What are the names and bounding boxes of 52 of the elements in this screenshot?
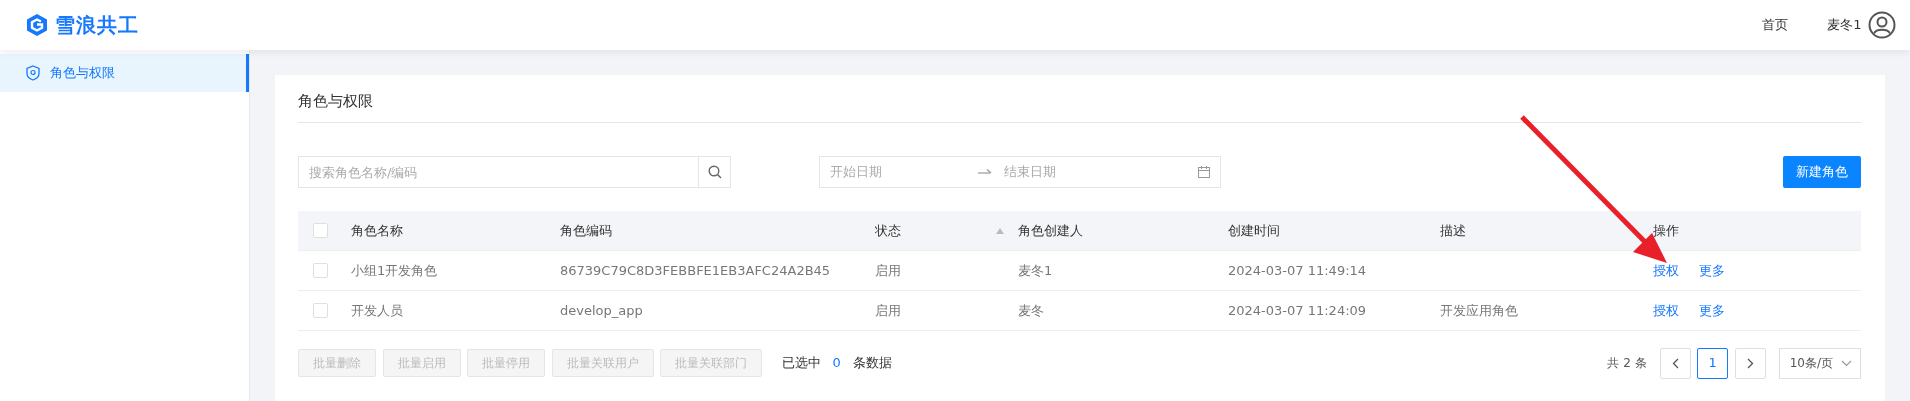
page-size-select[interactable]: 10条/页 <box>1778 347 1861 379</box>
table-cell: 86739C79C8D3FEBBFE1EB3AFC24A2B45 <box>560 262 831 278</box>
page-button[interactable]: 1 <box>1697 347 1729 379</box>
chevron-right-icon <box>1746 357 1754 369</box>
next-page-button[interactable] <box>1734 347 1766 379</box>
search-icon <box>707 165 722 179</box>
user-name: 麦冬1 <box>1827 16 1862 35</box>
sort-icon <box>996 227 1004 234</box>
column-header: 角色编码 <box>560 221 612 240</box>
table-cell: 启用 <box>875 302 901 318</box>
arrow-right-icon <box>978 168 992 176</box>
table-cell: 麦冬1 <box>1018 262 1053 278</box>
total-count: 共 2 条 <box>1607 355 1647 372</box>
table-cell: 小组1开发角色 <box>351 262 438 278</box>
column-header: 创建时间 <box>1228 221 1280 240</box>
selection-label: 条数据 <box>852 354 892 373</box>
column-header: 角色名称 <box>351 221 403 240</box>
column-header: 描述 <box>1440 221 1466 240</box>
checkbox[interactable] <box>313 263 328 278</box>
table-cell: develop_app <box>560 302 643 318</box>
shield-icon <box>26 65 40 81</box>
new-role-button[interactable]: 新建角色 <box>1783 156 1861 188</box>
logo-icon <box>26 13 48 37</box>
logo-text: 雪浪共工 <box>54 12 139 39</box>
date-range-picker[interactable]: 开始日期 结束日期 <box>819 156 1221 188</box>
column-header: 操作 <box>1653 221 1679 240</box>
action-link[interactable]: 更多 <box>1699 302 1725 318</box>
table-cell: 开发应用角色 <box>1440 302 1518 318</box>
selection-count: 0 <box>832 354 841 373</box>
calendar-icon <box>1198 166 1210 178</box>
table-cell: 启用 <box>875 262 901 278</box>
user-avatar-icon <box>1868 11 1896 39</box>
table-cell: 开发人员 <box>351 302 403 318</box>
nav-link[interactable]: 首页 <box>1762 15 1789 35</box>
checkbox[interactable] <box>313 223 328 238</box>
chevron-left-icon <box>1671 357 1679 369</box>
previous-page-button[interactable] <box>1659 347 1691 379</box>
action-link[interactable]: 更多 <box>1699 262 1725 278</box>
column-header: 状态 <box>875 221 901 240</box>
action-link[interactable]: 授权 <box>1653 302 1679 318</box>
column-header: 角色创建人 <box>1018 221 1083 240</box>
table-cell: 2024-03-07 11:49:14 <box>1228 262 1367 278</box>
table-cell: 2024-03-07 11:24:09 <box>1228 302 1367 318</box>
search-button[interactable] <box>698 156 731 188</box>
table-cell: 麦冬 <box>1018 302 1044 318</box>
sidebar-item[interactable]: 角色与权限 <box>0 54 249 92</box>
search-field[interactable]: 搜索角色名称/编码 <box>298 156 698 188</box>
checkbox[interactable] <box>313 303 328 318</box>
selection-label: 已选中 <box>781 354 821 373</box>
page-title: 角色与权限 <box>298 89 1861 123</box>
action-link[interactable]: 授权 <box>1653 262 1679 278</box>
chevron-down-icon <box>1841 359 1852 367</box>
